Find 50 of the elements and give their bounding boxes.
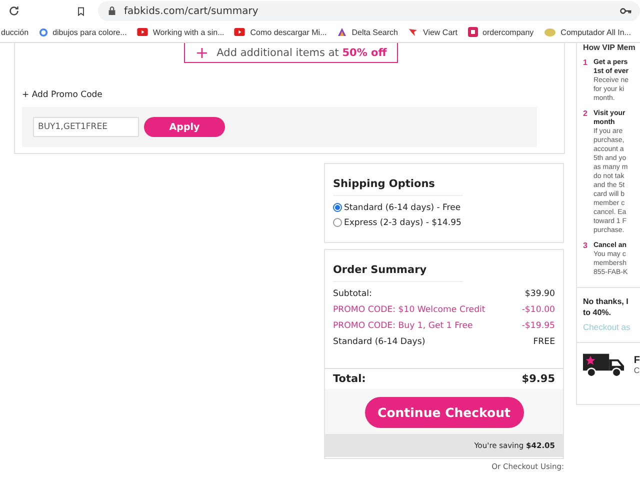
step-number: 2	[583, 109, 588, 120]
bookmark-link[interactable]: ordercompany	[468, 27, 534, 37]
line-label: Subtotal:	[333, 289, 372, 299]
disc-icon	[544, 28, 556, 36]
step-number: 1	[583, 58, 588, 69]
apply-button[interactable]: Apply	[144, 117, 225, 137]
truck-icon	[583, 351, 626, 379]
decline-text: to 40%.	[583, 307, 612, 318]
play-icon	[234, 28, 246, 36]
line-amount: FREE	[533, 337, 555, 347]
shipping-option[interactable]: Express (2-3 days) - $14.95	[333, 215, 555, 230]
panel-heading: How VIP Mem	[583, 43, 636, 52]
bookmark-link[interactable]: Working with a sin...	[136, 28, 224, 36]
line-amount: -$10.00	[522, 305, 555, 315]
bookmark-link[interactable]: ducción	[1, 28, 29, 36]
reload-icon[interactable]	[8, 5, 20, 17]
decline-text: No thanks, I	[583, 296, 630, 307]
square-icon	[468, 27, 478, 37]
address-bar[interactable]: fabkids.com/cart/summary	[98, 1, 640, 21]
bird-icon	[408, 27, 418, 37]
line-label: Standard (6-14 Days)	[333, 337, 426, 347]
card-title: Order Summary	[333, 264, 428, 276]
bookmark-link[interactable]: Como descargar Mi...	[234, 28, 327, 36]
step-number: 3	[583, 241, 588, 252]
bookmark-link[interactable]: Delta Search	[336, 27, 398, 37]
shipping-option[interactable]: Standard (6-14 days) - Free	[333, 200, 555, 215]
play-icon	[136, 28, 148, 36]
lock-icon	[108, 6, 116, 16]
radio-button[interactable]	[333, 203, 342, 212]
upsell-button[interactable]: + Add additional items at 50% off	[184, 43, 398, 63]
total-label: Total:	[333, 373, 366, 385]
shipping-title: F	[634, 355, 640, 366]
card-title: Shipping Options	[333, 178, 436, 190]
checkout-button[interactable]: Continue Checkout	[364, 397, 524, 428]
line-label: PROMO CODE: $10 Welcome Credit	[333, 305, 486, 315]
radio-button[interactable]	[333, 218, 342, 227]
promo-link[interactable]: + Add Promo Code	[22, 90, 102, 100]
promo-field[interactable]: BUY1,GET1FREE	[33, 117, 139, 137]
line-label: PROMO CODE: Buy 1, Get 1 Free	[333, 321, 473, 331]
key-icon[interactable]	[620, 7, 632, 15]
total-amount: $9.95	[522, 373, 555, 385]
shipping-text: C	[634, 366, 640, 375]
bookmark-link[interactable]: View Cart	[408, 27, 458, 37]
bookmark-icon[interactable]	[76, 6, 86, 16]
line-amount: $39.90	[524, 289, 555, 299]
bookmark-link[interactable]: dibujos para colore...	[38, 28, 127, 36]
triangle-icon	[336, 27, 347, 37]
line-amount: -$19.95	[522, 321, 555, 331]
bookmark-link[interactable]: Computador All In...	[544, 28, 631, 36]
g-icon	[38, 28, 48, 36]
